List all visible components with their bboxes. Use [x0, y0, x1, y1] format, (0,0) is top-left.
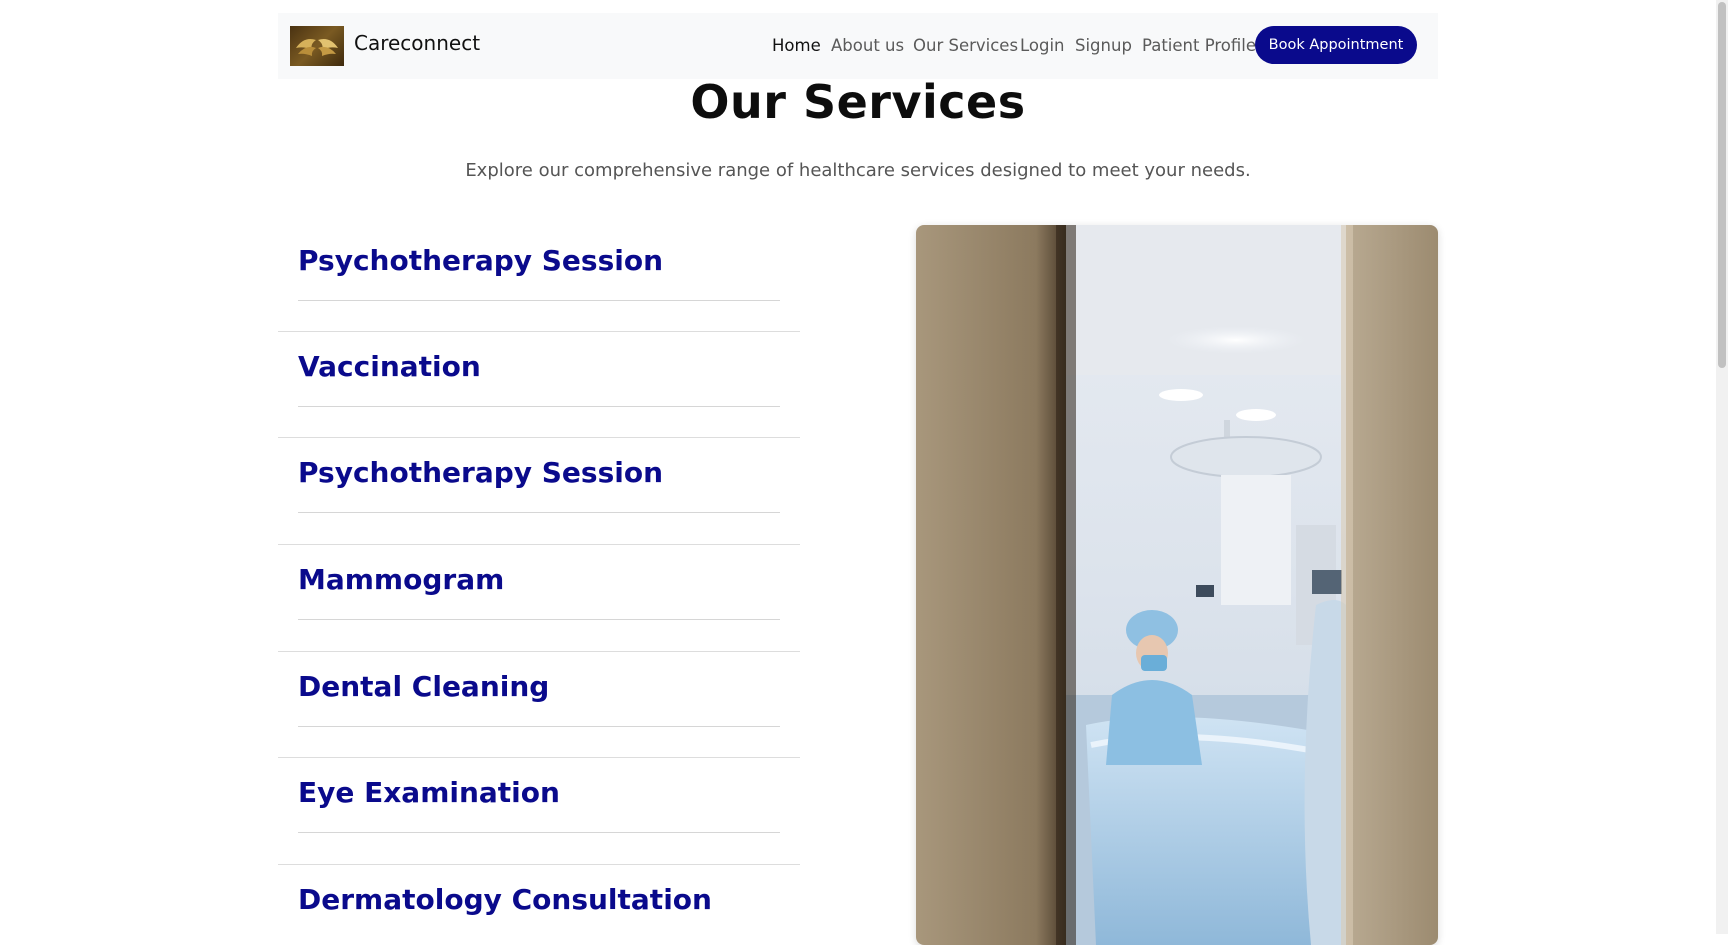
nav-link-our-services[interactable]: Our Services — [913, 36, 1018, 55]
service-title[interactable]: Dermatology Consultation — [298, 883, 712, 916]
navbar: Careconnect Home About us Our Services L… — [278, 13, 1438, 79]
divider — [298, 832, 780, 833]
nav-link-login[interactable]: Login — [1020, 36, 1065, 55]
divider — [278, 437, 800, 438]
nav-link-signup[interactable]: Signup — [1075, 36, 1132, 55]
service-title[interactable]: Vaccination — [298, 350, 481, 383]
divider — [298, 300, 780, 301]
service-title[interactable]: Psychotherapy Session — [298, 244, 663, 277]
book-appointment-button[interactable]: Book Appointment — [1255, 26, 1417, 64]
nav-link-about-us[interactable]: About us — [831, 36, 904, 55]
divider — [298, 726, 780, 727]
service-item[interactable]: Vaccination — [278, 331, 800, 437]
service-title[interactable]: Psychotherapy Session — [298, 456, 663, 489]
scrollbar-thumb[interactable] — [1718, 2, 1726, 368]
service-item[interactable]: Psychotherapy Session — [278, 437, 800, 543]
divider — [278, 864, 800, 865]
divider — [278, 544, 800, 545]
service-item[interactable]: Dental Cleaning — [278, 651, 800, 757]
divider — [278, 757, 800, 758]
vertical-scrollbar[interactable] — [1716, 0, 1728, 934]
service-title[interactable]: Dental Cleaning — [298, 670, 549, 703]
divider — [278, 651, 800, 652]
nav-link-home[interactable]: Home — [772, 36, 821, 55]
service-item[interactable]: Eye Examination — [278, 757, 800, 863]
divider — [298, 512, 780, 513]
divider — [298, 619, 780, 620]
page-title: Our Services — [690, 75, 1026, 129]
divider — [278, 331, 800, 332]
operating-room-photo — [916, 225, 1438, 945]
service-item[interactable]: Mammogram — [278, 544, 800, 650]
service-title[interactable]: Eye Examination — [298, 776, 560, 809]
service-item[interactable]: Dermatology Consultation — [278, 864, 800, 934]
service-title[interactable]: Mammogram — [298, 563, 504, 596]
service-item[interactable]: Psychotherapy Session — [278, 225, 800, 331]
divider — [298, 406, 780, 407]
page-subtitle: Explore our comprehensive range of healt… — [465, 160, 1251, 181]
nav-link-patient-profile[interactable]: Patient Profile — [1142, 36, 1256, 55]
